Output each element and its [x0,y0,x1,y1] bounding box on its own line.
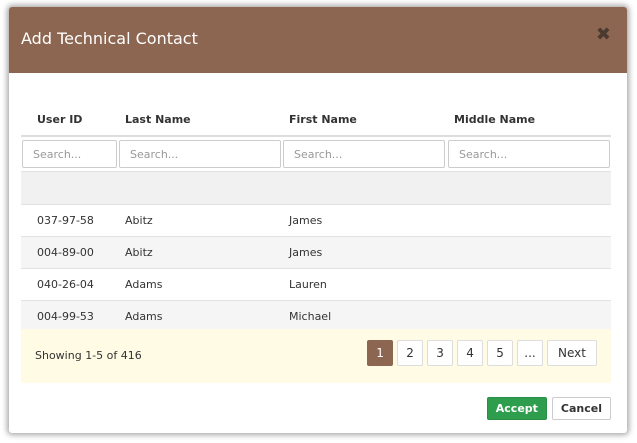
next-page-button[interactable]: Next [547,340,597,366]
cell-user-id: 040-26-04 [37,278,94,291]
column-header-middle-name[interactable]: Middle Name [454,113,535,126]
cell-user-id: 004-99-53 [37,310,94,323]
cell-user-id: 037-97-58 [37,214,94,227]
page-ellipsis-button[interactable]: ... [517,340,544,366]
contacts-grid: User ID Last Name First Name Middle Name… [21,105,611,332]
column-header-first-name[interactable]: First Name [289,113,357,126]
cell-first-name: James [289,246,323,259]
cell-last-name: Abitz [125,214,153,227]
cell-first-name: Michael [289,310,332,323]
table-row[interactable]: 040-26-04 Adams Lauren [21,268,611,300]
dialog-title: Add Technical Contact [21,29,198,48]
cancel-button[interactable]: Cancel [551,397,611,420]
table-row[interactable]: 004-89-00 Abitz James [21,236,611,268]
cell-last-name: Adams [125,278,163,291]
cell-first-name: Lauren [289,278,327,291]
add-technical-contact-dialog: Add Technical Contact ✖ User ID Last Nam… [9,7,627,433]
pagination-summary: Showing 1-5 of 416 [35,349,142,362]
close-icon[interactable]: ✖ [596,26,611,44]
page-2-button[interactable]: 2 [397,340,424,366]
table-row[interactable]: 004-99-53 Adams Michael [21,300,611,332]
table-row-empty [21,171,611,204]
column-headers: User ID Last Name First Name Middle Name [21,105,611,137]
column-header-user-id[interactable]: User ID [37,113,82,126]
table-row[interactable]: 037-97-58 Abitz James [21,204,611,236]
page-5-button[interactable]: 5 [487,340,514,366]
cell-user-id: 004-89-00 [37,246,94,259]
dialog-actions: Accept Cancel [486,397,611,420]
last-name-search-input[interactable] [119,140,281,168]
cell-last-name: Abitz [125,246,153,259]
page-3-button[interactable]: 3 [427,340,454,366]
cell-first-name: James [289,214,323,227]
cell-last-name: Adams [125,310,163,323]
first-name-search-input[interactable] [283,140,445,168]
filter-row [21,137,611,171]
page-4-button[interactable]: 4 [457,340,484,366]
user-id-search-input[interactable] [22,140,117,168]
accept-button[interactable]: Accept [486,397,547,420]
middle-name-search-input[interactable] [448,140,610,168]
page-1-button[interactable]: 1 [367,340,394,366]
dialog-header: Add Technical Contact ✖ [9,7,627,73]
grid-footer: Showing 1-5 of 416 1 2 3 4 5 ... Next [21,329,611,383]
pagination: 1 2 3 4 5 ... Next [367,340,597,366]
column-header-last-name[interactable]: Last Name [125,113,191,126]
